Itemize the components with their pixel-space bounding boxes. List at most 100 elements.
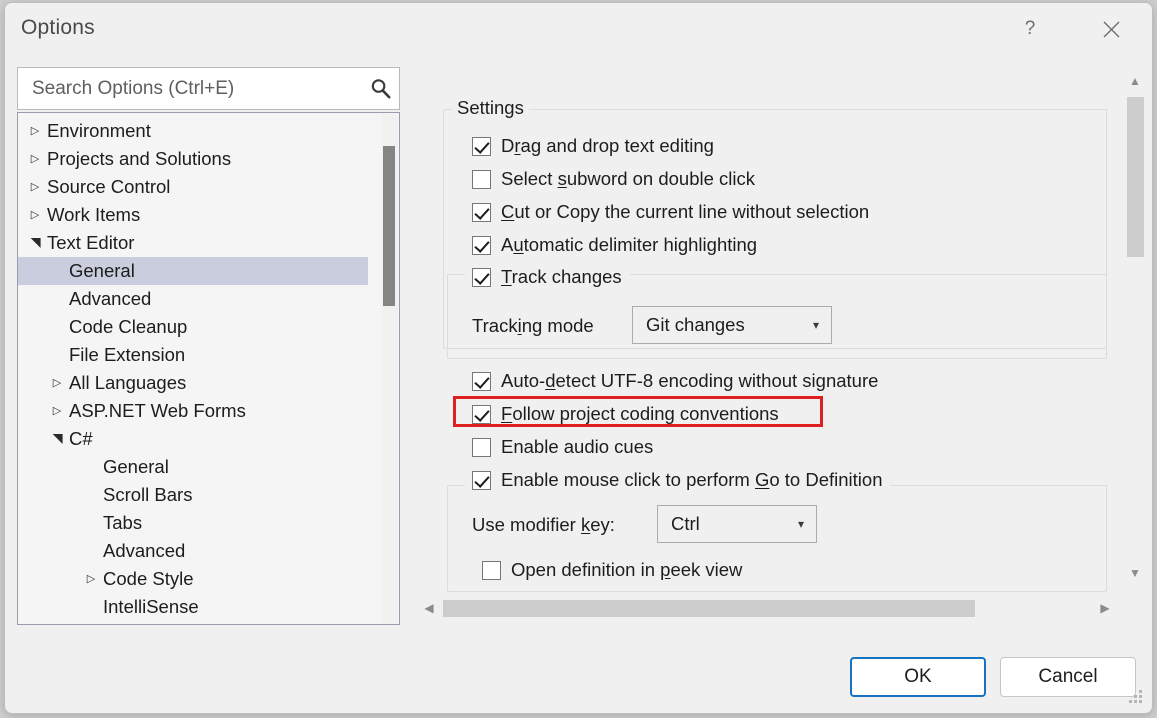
chevron-left-icon[interactable]: ◀ <box>417 595 441 621</box>
checkbox-follow-project-coding-conventions[interactable]: Follow project coding conventions <box>472 403 779 425</box>
tree-item-all-languages[interactable]: ▷All Languages <box>18 369 368 397</box>
checkbox-label: Cut or Copy the current line without sel… <box>501 201 869 223</box>
checkbox-box[interactable] <box>482 561 501 580</box>
vertical-scrollbar-thumb[interactable] <box>1127 97 1144 257</box>
checkbox-automatic-delimiter-highlighting[interactable]: Automatic delimiter highlighting <box>472 234 757 256</box>
ok-button[interactable]: OK <box>850 657 986 697</box>
tree-item-source-control[interactable]: ▷Source Control <box>18 173 368 201</box>
tree-item-scroll-bars[interactable]: Scroll Bars <box>18 481 368 509</box>
grip-dot <box>1134 695 1137 698</box>
tree-item-label: Scroll Bars <box>18 481 192 509</box>
checkbox-label: Auto-detect UTF-8 encoding without signa… <box>501 370 878 392</box>
checkbox-box[interactable] <box>472 137 491 156</box>
tree-item-environment[interactable]: ▷Environment <box>18 117 368 145</box>
chevron-expanded-icon[interactable]: ◢ <box>43 428 71 450</box>
tree-item-label: Code Style <box>18 565 194 593</box>
chevron-collapsed-icon[interactable]: ▷ <box>24 173 46 201</box>
tree-item-general[interactable]: General <box>18 257 368 285</box>
tree-item-asp-net-web-forms[interactable]: ▷ASP.NET Web Forms <box>18 397 368 425</box>
grip-dot <box>1139 700 1142 703</box>
checkbox-track-changes[interactable]: Track changes <box>465 266 630 288</box>
checkbox-label: Track changes <box>501 266 622 288</box>
checkbox-open-definition-in-peek-view[interactable]: Open definition in peek view <box>482 559 742 581</box>
tree-item-label: Tabs <box>18 509 142 537</box>
checkbox-auto-detect-utf8[interactable]: Auto-detect UTF-8 encoding without signa… <box>472 370 878 392</box>
tree-item-advanced[interactable]: Advanced <box>18 537 368 565</box>
help-icon[interactable]: ? <box>1007 3 1053 55</box>
tree-item-label: Advanced <box>18 285 151 313</box>
tree-item-label: Projects and Solutions <box>18 145 231 173</box>
tree-item-text-editor[interactable]: ◢Text Editor <box>18 229 368 257</box>
checkbox-enable-audio-cues[interactable]: Enable audio cues <box>472 436 653 458</box>
grip-dot <box>1134 700 1137 703</box>
chevron-right-icon[interactable]: ▶ <box>1093 595 1117 621</box>
chevron-collapsed-icon[interactable]: ▷ <box>46 397 68 425</box>
tree-item-projects-and-solutions[interactable]: ▷Projects and Solutions <box>18 145 368 173</box>
tree-scrollbar-track[interactable] <box>382 114 398 625</box>
tree-item-label: General <box>18 453 169 481</box>
checkbox-box[interactable] <box>472 170 491 189</box>
chevron-down-icon[interactable]: ▾ <box>786 517 816 531</box>
tree-scrollbar-thumb[interactable] <box>383 146 395 306</box>
settings-pane: Settings Drag and drop text editing Sele… <box>417 65 1141 625</box>
checkbox-label: Select subword on double click <box>501 168 755 190</box>
checkbox-label: Enable mouse click to perform Go to Defi… <box>501 469 882 491</box>
tree-item-code-cleanup[interactable]: Code Cleanup <box>18 313 368 341</box>
chevron-collapsed-icon[interactable]: ▷ <box>24 201 46 229</box>
checkbox-box[interactable] <box>472 372 491 391</box>
chevron-down-icon[interactable]: ▾ <box>801 318 831 332</box>
tree-item-advanced[interactable]: Advanced <box>18 285 368 313</box>
checkbox-box[interactable] <box>472 471 491 490</box>
checkbox-label: Follow project coding conventions <box>501 403 779 425</box>
search-icon[interactable] <box>361 77 399 100</box>
settings-vertical-scrollbar[interactable]: ▲ ▼ <box>1122 65 1148 589</box>
checkbox-box[interactable] <box>472 236 491 255</box>
chevron-expanded-icon[interactable]: ◢ <box>21 232 49 254</box>
tree-item-work-items[interactable]: ▷Work Items <box>18 201 368 229</box>
tracking-mode-dropdown[interactable]: Git changes ▾ <box>632 306 832 344</box>
checkbox-box[interactable] <box>472 438 491 457</box>
tree-item-c[interactable]: ◢C# <box>18 425 368 453</box>
title-bar: Options ? <box>5 3 1152 55</box>
checkbox-box[interactable] <box>472 405 491 424</box>
chevron-up-icon[interactable]: ▲ <box>1122 69 1148 93</box>
tracking-mode-value: Git changes <box>646 314 801 336</box>
tree-item-label: IntelliSense <box>18 593 199 621</box>
resize-grip[interactable] <box>1129 690 1145 706</box>
modifier-key-value: Ctrl <box>671 513 786 535</box>
checkbox-label: Enable audio cues <box>501 436 653 458</box>
chevron-collapsed-icon[interactable]: ▷ <box>80 565 102 593</box>
grip-dot <box>1139 690 1142 693</box>
search-input[interactable] <box>30 77 361 101</box>
modifier-key-dropdown[interactable]: Ctrl ▾ <box>657 505 817 543</box>
tracking-mode-label: Tracking mode <box>472 315 594 337</box>
checkbox-drag-and-drop-text-editing[interactable]: Drag and drop text editing <box>472 135 714 157</box>
close-icon[interactable] <box>1088 3 1134 55</box>
chevron-collapsed-icon[interactable]: ▷ <box>24 145 46 173</box>
search-box[interactable] <box>17 67 400 110</box>
horizontal-scrollbar-thumb[interactable] <box>443 600 975 617</box>
tree-item-file-extension[interactable]: File Extension <box>18 341 368 369</box>
tree-item-tabs[interactable]: Tabs <box>18 509 368 537</box>
checkbox-cut-or-copy-current-line[interactable]: Cut or Copy the current line without sel… <box>472 201 869 223</box>
grip-dot <box>1129 700 1132 703</box>
chevron-down-icon[interactable]: ▼ <box>1122 561 1148 585</box>
checkbox-select-subword-on-double-click[interactable]: Select subword on double click <box>472 168 755 190</box>
tree-item-intellisense[interactable]: IntelliSense <box>18 593 368 621</box>
page-title: Options <box>21 16 95 40</box>
tree-item-list: ▷Environment▷Projects and Solutions▷Sour… <box>18 117 368 621</box>
checkbox-enable-mouse-click-go-to-definition[interactable]: Enable mouse click to perform Go to Defi… <box>465 469 890 491</box>
tree-item-general[interactable]: General <box>18 453 368 481</box>
checkbox-label: Open definition in peek view <box>511 559 742 581</box>
grip-dot <box>1139 695 1142 698</box>
chevron-collapsed-icon[interactable]: ▷ <box>46 369 68 397</box>
tree-item-code-style[interactable]: ▷Code Style <box>18 565 368 593</box>
options-tree[interactable]: ▷Environment▷Projects and Solutions▷Sour… <box>17 112 400 625</box>
chevron-collapsed-icon[interactable]: ▷ <box>24 117 46 145</box>
checkbox-box[interactable] <box>472 203 491 222</box>
tree-item-label: Advanced <box>18 537 185 565</box>
settings-horizontal-scrollbar[interactable]: ◀ ▶ <box>417 595 1117 621</box>
cancel-button[interactable]: Cancel <box>1000 657 1136 697</box>
checkbox-box[interactable] <box>472 268 491 287</box>
tree-item-label: General <box>18 257 135 285</box>
